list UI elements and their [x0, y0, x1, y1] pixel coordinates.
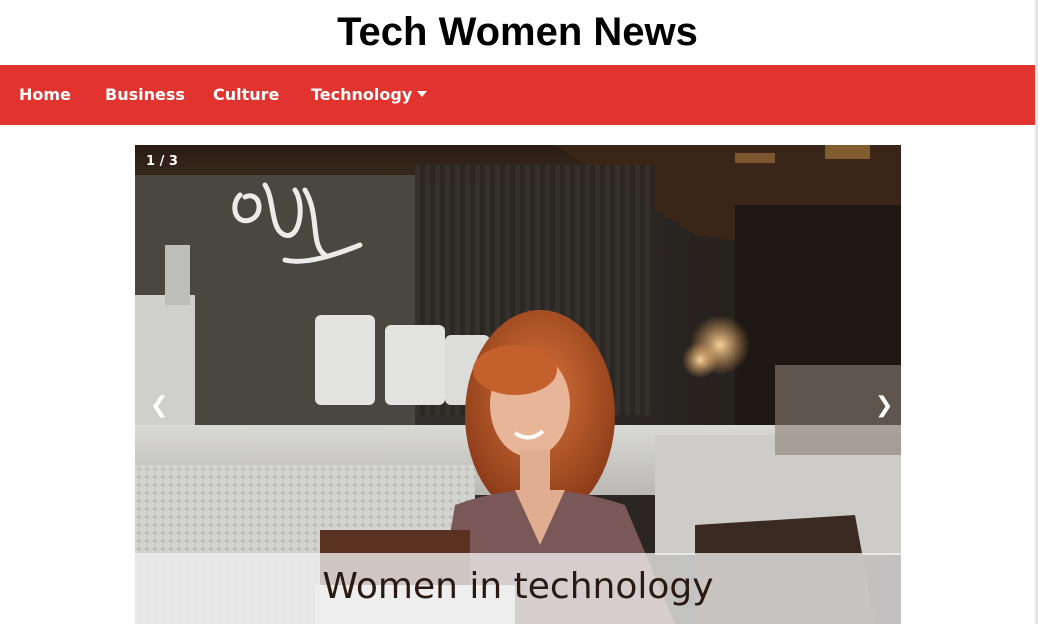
next-slide-button[interactable]: ❯	[875, 393, 893, 419]
nav-technology-dropdown[interactable]: Technology	[311, 65, 428, 125]
main-navbar: Home Business Culture Technology	[0, 65, 1035, 125]
nav-technology-label: Technology	[311, 85, 413, 104]
caret-down-icon	[417, 91, 428, 97]
slide-caption: Women in technology	[322, 566, 714, 607]
slide-caption-bar: Women in technology	[135, 553, 901, 624]
previous-slide-button[interactable]: ❮	[150, 393, 168, 419]
slideshow: 1 / 3 ❮ ❯ Women in technology	[135, 145, 901, 624]
page: Tech Women News Home Business Culture Te…	[0, 0, 1038, 624]
nav-home-link[interactable]: Home	[19, 65, 71, 125]
nav-business-link[interactable]: Business	[105, 65, 185, 125]
site-title: Tech Women News	[337, 10, 698, 54]
nav-culture-link[interactable]: Culture	[213, 65, 279, 125]
slide-counter: 1 / 3	[146, 154, 178, 169]
